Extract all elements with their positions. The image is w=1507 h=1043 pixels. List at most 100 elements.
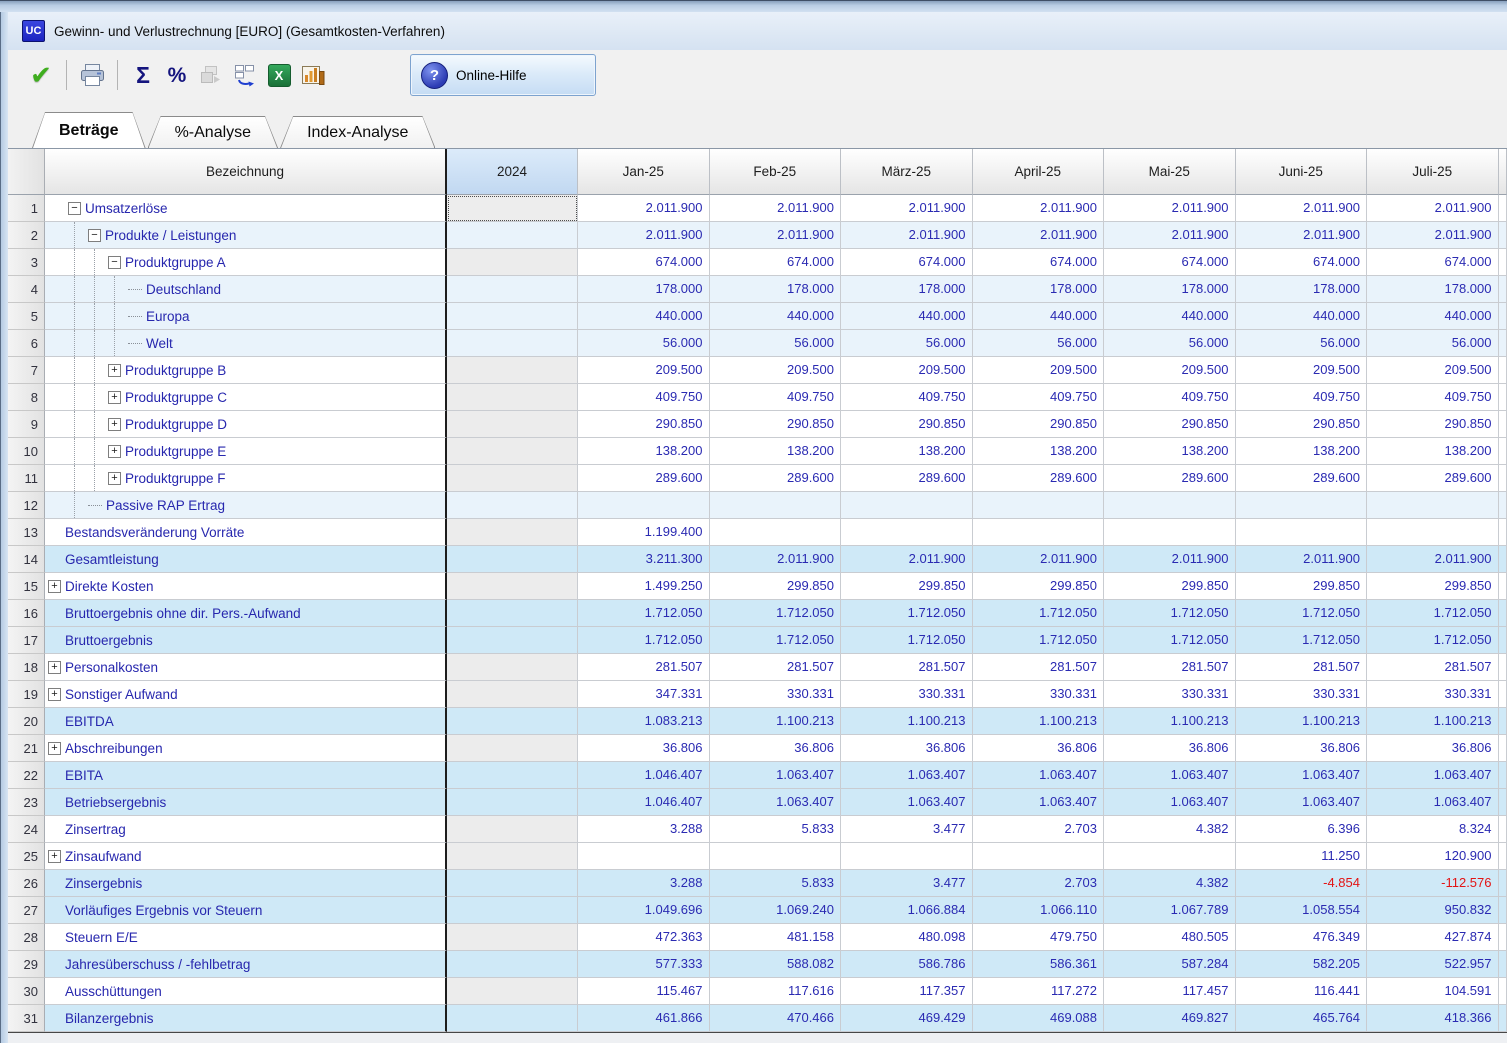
row-label-cell[interactable]: EBITA: [45, 762, 447, 789]
value-cell-2024[interactable]: [447, 600, 578, 627]
value-cell-März-25[interactable]: 330.331: [841, 681, 973, 708]
value-cell-Juni-25[interactable]: 409.750: [1236, 384, 1368, 411]
value-cell-Jan-25[interactable]: 178.000: [578, 276, 710, 303]
value-cell-2024[interactable]: [447, 249, 578, 276]
value-cell-Juni-25[interactable]: 1.712.050: [1236, 600, 1368, 627]
value-cell-Mai-25[interactable]: 674.000: [1104, 249, 1236, 276]
value-cell-April-25[interactable]: 440.000: [973, 303, 1105, 330]
value-cell-Jan-25[interactable]: 3.211.300: [578, 546, 710, 573]
value-cell-Feb-25[interactable]: 138.200: [710, 438, 842, 465]
value-cell-Juli-25[interactable]: -112.576: [1367, 870, 1499, 897]
value-cell-April-25[interactable]: [973, 492, 1105, 519]
row-number[interactable]: 25: [8, 843, 45, 870]
value-cell-2024[interactable]: [447, 627, 578, 654]
value-cell-Juli-25[interactable]: 418.366: [1367, 1005, 1499, 1032]
value-cell-Juni-25[interactable]: 674.000: [1236, 249, 1368, 276]
value-cell-Juli-25[interactable]: 209.500: [1367, 357, 1499, 384]
value-cell-April-25[interactable]: 56.000: [973, 330, 1105, 357]
value-cell-Jan-25[interactable]: [578, 843, 710, 870]
value-cell-April-25[interactable]: 330.331: [973, 681, 1105, 708]
value-cell-Juni-25[interactable]: 1.100.213: [1236, 708, 1368, 735]
row-label-cell[interactable]: +Abschreibungen: [45, 735, 447, 762]
row-number[interactable]: 7: [8, 357, 45, 384]
value-cell-März-25[interactable]: 1.100.213: [841, 708, 973, 735]
value-cell-Juni-25[interactable]: [1236, 492, 1368, 519]
value-cell-Feb-25[interactable]: 5.833: [710, 816, 842, 843]
value-cell-Juni-25[interactable]: 11.250: [1236, 843, 1368, 870]
value-cell-Jan-25[interactable]: 56.000: [578, 330, 710, 357]
value-cell-Juli-25[interactable]: 427.874: [1367, 924, 1499, 951]
value-cell-Feb-25[interactable]: 2.011.900: [710, 222, 842, 249]
value-cell-Mai-25[interactable]: [1104, 492, 1236, 519]
value-cell-Feb-25[interactable]: 1.063.407: [710, 789, 842, 816]
value-cell-März-25[interactable]: 117.357: [841, 978, 973, 1005]
value-cell-Feb-25[interactable]: 290.850: [710, 411, 842, 438]
value-cell-April-25[interactable]: 299.850: [973, 573, 1105, 600]
row-label-cell[interactable]: Europa: [45, 303, 447, 330]
row-number[interactable]: 2: [8, 222, 45, 249]
value-cell-Jan-25[interactable]: 3.288: [578, 870, 710, 897]
value-cell-März-25[interactable]: 1.712.050: [841, 600, 973, 627]
value-cell-Mai-25[interactable]: 1.100.213: [1104, 708, 1236, 735]
row-number[interactable]: 18: [8, 654, 45, 681]
value-cell-2024[interactable]: [447, 924, 578, 951]
value-cell-März-25[interactable]: 36.806: [841, 735, 973, 762]
value-cell-Juni-25[interactable]: -4.854: [1236, 870, 1368, 897]
value-cell-April-25[interactable]: 178.000: [973, 276, 1105, 303]
value-cell-Juli-25[interactable]: [1367, 492, 1499, 519]
row-label-cell[interactable]: +Personalkosten: [45, 654, 447, 681]
value-cell-Jan-25[interactable]: 674.000: [578, 249, 710, 276]
value-cell-Mai-25[interactable]: 4.382: [1104, 870, 1236, 897]
value-cell-Mai-25[interactable]: 290.850: [1104, 411, 1236, 438]
value-cell-April-25[interactable]: 138.200: [973, 438, 1105, 465]
value-cell-Juli-25[interactable]: 36.806: [1367, 735, 1499, 762]
value-cell-Juli-25[interactable]: 104.591: [1367, 978, 1499, 1005]
row-number[interactable]: 19: [8, 681, 45, 708]
row-label-cell[interactable]: Ausschüttungen: [45, 978, 447, 1005]
row-number[interactable]: 11: [8, 465, 45, 492]
row-number[interactable]: 9: [8, 411, 45, 438]
value-cell-Juni-25[interactable]: 56.000: [1236, 330, 1368, 357]
value-cell-März-25[interactable]: 290.850: [841, 411, 973, 438]
value-cell-Jan-25[interactable]: 472.363: [578, 924, 710, 951]
row-label-cell[interactable]: +Sonstiger Aufwand: [45, 681, 447, 708]
row-label-cell[interactable]: Zinsertrag: [45, 816, 447, 843]
transfer-planning-icon[interactable]: [228, 58, 262, 92]
value-cell-Mai-25[interactable]: 4.382: [1104, 816, 1236, 843]
value-cell-Juli-25[interactable]: 1.712.050: [1367, 627, 1499, 654]
value-cell-April-25[interactable]: 1.712.050: [973, 627, 1105, 654]
value-cell-Jan-25[interactable]: 1.499.250: [578, 573, 710, 600]
value-cell-April-25[interactable]: 209.500: [973, 357, 1105, 384]
value-cell-Mai-25[interactable]: 587.284: [1104, 951, 1236, 978]
value-cell-Jan-25[interactable]: 347.331: [578, 681, 710, 708]
value-cell-Juli-25[interactable]: 8.324: [1367, 816, 1499, 843]
apply-check-icon[interactable]: ✔: [24, 58, 58, 92]
value-cell-Juli-25[interactable]: 674.000: [1367, 249, 1499, 276]
value-cell-Mai-25[interactable]: 409.750: [1104, 384, 1236, 411]
value-cell-2024[interactable]: [447, 330, 578, 357]
value-cell-März-25[interactable]: 289.600: [841, 465, 973, 492]
value-cell-Jan-25[interactable]: 281.507: [578, 654, 710, 681]
value-cell-März-25[interactable]: 1.063.407: [841, 789, 973, 816]
value-cell-Mai-25[interactable]: 56.000: [1104, 330, 1236, 357]
value-cell-März-25[interactable]: 3.477: [841, 870, 973, 897]
value-cell-Juli-25[interactable]: 330.331: [1367, 681, 1499, 708]
value-cell-Mai-25[interactable]: 178.000: [1104, 276, 1236, 303]
value-cell-März-25[interactable]: 440.000: [841, 303, 973, 330]
value-cell-2024[interactable]: [447, 465, 578, 492]
value-cell-2024[interactable]: [447, 870, 578, 897]
value-cell-Feb-25[interactable]: 481.158: [710, 924, 842, 951]
value-cell-2024[interactable]: [447, 492, 578, 519]
row-number[interactable]: 4: [8, 276, 45, 303]
value-cell-2024[interactable]: [447, 735, 578, 762]
value-cell-Juni-25[interactable]: 299.850: [1236, 573, 1368, 600]
row-number[interactable]: 5: [8, 303, 45, 330]
value-cell-Jan-25[interactable]: 1.712.050: [578, 627, 710, 654]
value-cell-Jan-25[interactable]: 577.333: [578, 951, 710, 978]
value-cell-2024[interactable]: [447, 222, 578, 249]
value-cell-Juli-25[interactable]: 56.000: [1367, 330, 1499, 357]
value-cell-2024[interactable]: [447, 195, 578, 222]
value-cell-Feb-25[interactable]: 2.011.900: [710, 546, 842, 573]
value-cell-Jan-25[interactable]: 36.806: [578, 735, 710, 762]
value-cell-Juli-25[interactable]: 1.063.407: [1367, 789, 1499, 816]
